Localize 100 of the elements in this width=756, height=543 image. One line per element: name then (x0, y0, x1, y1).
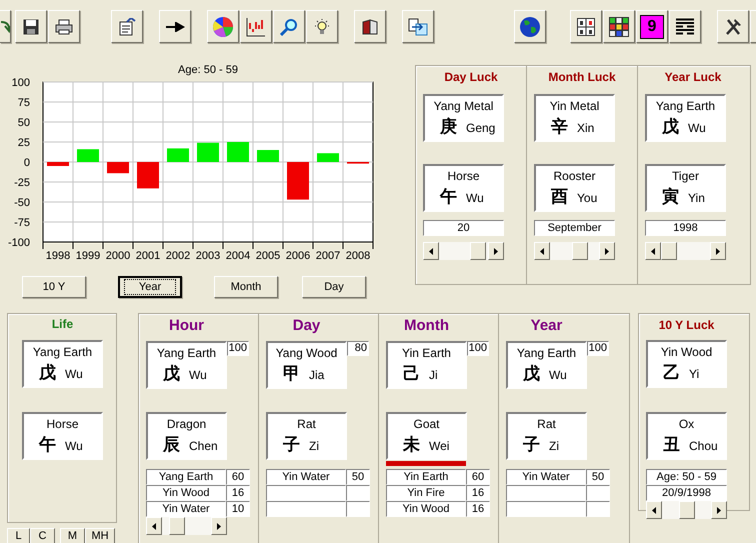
toolbar-button[interactable] (402, 10, 434, 43)
bar (257, 150, 279, 162)
panel-title: Year Luck (664, 69, 722, 86)
strength-field (586, 485, 610, 501)
scroll-left-button[interactable] (423, 242, 439, 260)
pinyin-label: Wu (64, 366, 84, 383)
axis-label: 0 (24, 157, 30, 169)
element-label: Yin Earth (401, 345, 452, 362)
toolbar-button[interactable] (48, 10, 80, 43)
pinyin-label: Wei (428, 438, 450, 455)
arrow-icon (165, 22, 185, 32)
value-field: September (534, 220, 615, 236)
bar-chart-icon (246, 16, 266, 36)
toolbar-button[interactable] (570, 10, 602, 43)
axis-label: 75 (18, 97, 30, 109)
mode-button[interactable]: C (30, 528, 55, 543)
color-grid-icon (609, 16, 629, 36)
hidden-stem-field: Yin Fire (386, 485, 466, 501)
scroll-left-button[interactable] (645, 242, 661, 260)
scrollbar-thumb[interactable] (678, 501, 694, 519)
stem-character: 乙 (662, 362, 681, 384)
axis-label: 2000 (106, 250, 130, 262)
element-label: Yang Wood (274, 345, 338, 362)
period-button[interactable]: Year (118, 276, 182, 298)
toolbar-button[interactable] (603, 10, 635, 43)
bar (287, 162, 309, 200)
bar (317, 153, 339, 162)
strength-field (586, 501, 610, 517)
toolbar-button[interactable] (273, 10, 305, 43)
pinyin-label: Jia (308, 367, 326, 384)
toolbar-button[interactable] (240, 10, 272, 43)
period-button[interactable]: Day (302, 276, 366, 298)
panel-title: Life (50, 316, 74, 333)
scroll-right-button[interactable] (488, 242, 504, 260)
element-label: Yang Metal (432, 98, 494, 115)
toolbar-button[interactable] (306, 10, 338, 43)
strength-field: 60 (466, 469, 490, 485)
axis-label: 2005 (256, 250, 280, 262)
book-icon (361, 18, 379, 34)
number-label: 9 (640, 14, 664, 38)
score-field: 100 (467, 341, 489, 356)
axis-label: 1998 (46, 250, 70, 262)
pinyin-label: Wu (548, 367, 568, 384)
pinyin-label: Chou (688, 438, 719, 455)
period-button[interactable]: Month (214, 276, 278, 298)
mode-button[interactable]: L (7, 528, 30, 543)
lightbulb-icon (313, 18, 331, 36)
toolbar-button[interactable] (15, 10, 47, 43)
toolbar-button[interactable] (354, 10, 386, 43)
strength-field: 50 (346, 469, 370, 485)
scrollbar-thumb[interactable] (168, 517, 185, 535)
toolbar-button[interactable] (0, 10, 11, 43)
stem-character: 辛 (550, 116, 569, 138)
animal-label: Horse (45, 416, 80, 433)
mode-button[interactable]: MH (85, 528, 115, 543)
bar (167, 148, 189, 162)
scroll-right-button[interactable] (710, 242, 726, 260)
scrollbar-thumb[interactable] (661, 242, 677, 260)
scroll-left-button[interactable] (146, 517, 162, 535)
scroll-right-button[interactable] (711, 501, 727, 519)
bar (197, 142, 219, 162)
scroll-right-button[interactable] (211, 517, 227, 535)
hidden-stem-field: Yin Wood (386, 501, 466, 517)
animal-label: Tiger (671, 168, 700, 185)
pie-chart-icon (212, 16, 234, 38)
branch-character: 丑 (662, 434, 681, 456)
pinyin-label: Ji (428, 367, 439, 384)
right-arrow-icon (494, 248, 498, 254)
mode-button[interactable]: M (60, 528, 85, 543)
bar (227, 142, 249, 162)
toolbar-button[interactable] (514, 10, 546, 43)
pillar-title: Day (292, 316, 322, 336)
axis-label: 100 (12, 77, 30, 89)
branch-character: 寅 (661, 186, 680, 208)
number-button[interactable]: 9 (636, 10, 668, 43)
axis-label: 2001 (136, 250, 160, 262)
branch-character: 子 (282, 434, 301, 456)
toolbar-button[interactable] (159, 10, 191, 43)
toolbar-button[interactable] (207, 10, 239, 43)
scroll-right-button[interactable] (599, 242, 615, 260)
toolbar-button[interactable] (717, 10, 749, 43)
pillar-title: Month (403, 316, 450, 336)
scroll-left-button[interactable] (646, 501, 662, 519)
value-field: 1998 (645, 220, 726, 236)
strength-field (346, 485, 370, 501)
toolbar-button[interactable] (111, 10, 143, 43)
scrollbar-thumb[interactable] (470, 242, 486, 260)
scroll-left-button[interactable] (534, 242, 550, 260)
period-button[interactable]: 10 Y (22, 276, 86, 298)
axis-label: -75 (14, 217, 30, 229)
branch-character: 辰 (162, 434, 181, 456)
scrollbar-thumb[interactable] (572, 242, 588, 260)
pillar-title: Year (530, 316, 564, 336)
hidden-stem-field: Yin Earth (386, 469, 466, 485)
strength-field: 16 (226, 485, 250, 501)
pinyin-label: Yi (688, 366, 700, 383)
axis-label: 2002 (166, 250, 190, 262)
left-arrow-icon (651, 248, 655, 254)
toolbar-button[interactable] (669, 10, 701, 43)
horizontal-lines-icon (676, 18, 694, 36)
